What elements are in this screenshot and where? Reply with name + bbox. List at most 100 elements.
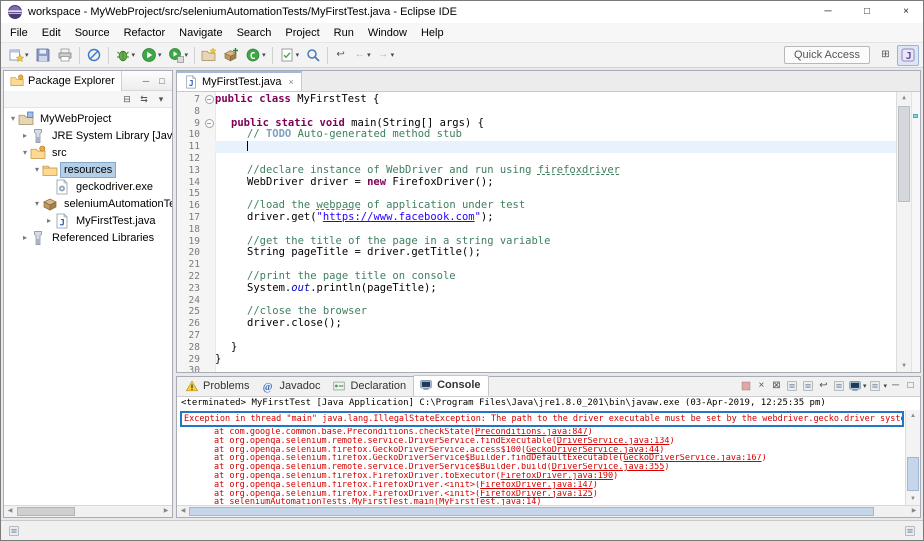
vscroll-thumb[interactable] [907,457,919,491]
stack-trace-link[interactable]: GeckoDriverService.java:44 [526,446,659,455]
minimize-button[interactable]: ─ [811,1,845,23]
remove-all-launches-button[interactable]: ⊠ [770,378,783,394]
maximize-view-button[interactable]: □ [904,378,917,394]
last-edit-location-button[interactable]: ↩ [331,45,350,66]
minimize-view-icon[interactable]: ─ [139,74,153,88]
package-explorer-hscrollbar[interactable]: ◀ ▶ [4,505,172,517]
dropdown-icon[interactable]: ▾ [158,51,162,59]
scroll-lock-button[interactable] [801,378,815,394]
console-tab-javadoc[interactable]: @ Javadoc [256,377,327,396]
dropdown-icon[interactable]: ▾ [262,51,266,59]
clear-console-button[interactable] [785,378,799,394]
menu-refactor[interactable]: Refactor [117,25,173,41]
fold-collapse-icon[interactable]: − [204,95,214,104]
new-java-class-button[interactable]: C ▾ [242,45,269,66]
run-external-tools-button[interactable]: ▾ [165,45,192,66]
scroll-right-icon[interactable]: ▶ [160,506,172,517]
remove-launch-button[interactable]: × [755,378,768,394]
hscroll-thumb[interactable] [17,507,75,516]
tree-item-src[interactable]: ▾ src [4,144,172,161]
back-button[interactable]: ← ▾ [350,45,374,66]
stack-trace-link[interactable]: DriverService.java:134 [557,437,670,446]
scroll-right-icon[interactable]: ▶ [908,506,920,517]
code-editor[interactable]: 7− public class MyFirstTest {8 9− public st… [177,92,896,372]
dropdown-icon[interactable]: ▾ [367,51,371,59]
stack-trace-link[interactable]: MyFirstTest.java:14 [439,498,536,505]
console-tab-declaration[interactable]: Declaration [327,377,413,396]
tree-expanded-icon[interactable]: ▾ [32,165,42,174]
scroll-left-icon[interactable]: ◀ [177,506,189,517]
menu-source[interactable]: Source [68,25,117,41]
tree-expanded-icon[interactable]: ▾ [32,199,42,208]
menu-file[interactable]: File [3,25,35,41]
stack-trace-link[interactable]: Preconditions.java:847 [475,428,588,437]
open-perspective-button[interactable]: ⊞ [876,45,895,66]
console-tab-problems[interactable]: Problems [180,377,256,396]
minimize-view-button[interactable]: ─ [889,378,902,394]
console-hscrollbar[interactable]: ◀ ▶ [177,505,920,517]
dropdown-icon[interactable]: ▾ [185,51,189,59]
stack-trace-link[interactable]: GeckoDriverService.java:167 [623,454,761,463]
collapse-all-icon[interactable]: ⊟ [120,92,134,106]
tree-collapsed-icon[interactable]: ▸ [20,233,30,242]
save-button[interactable] [32,45,54,66]
console-output[interactable]: Exception in thread "main" java.lang.Ill… [177,410,905,505]
tree-item-jre-system-library-javase-1-8[interactable]: ▸ JRE System Library [JavaSE-1.8] [4,127,172,144]
scroll-up-icon[interactable]: ▲ [897,92,911,104]
print-button[interactable] [54,45,76,66]
dropdown-icon[interactable]: ▾ [132,51,136,59]
new-wizard-button[interactable]: ▾ [5,45,32,66]
debug-button[interactable]: ▾ [112,45,139,66]
terminate-button[interactable] [739,378,753,394]
run-button[interactable]: ▾ [138,45,165,66]
quick-access-button[interactable]: Quick Access [783,46,870,64]
tree-collapsed-icon[interactable]: ▸ [44,216,54,225]
tree-item-seleniumautomationtests[interactable]: ▾ seleniumAutomationTests [4,195,172,212]
new-java-project-button[interactable] [198,45,220,66]
menu-run[interactable]: Run [327,25,361,41]
open-console-button[interactable]: ▾ [868,378,887,394]
stack-trace-link[interactable]: FirefoxDriver.java:147 [480,481,593,490]
maximize-view-icon[interactable]: □ [155,74,169,88]
scroll-up-icon[interactable]: ▲ [906,410,920,422]
vscroll-thumb[interactable] [898,106,910,202]
package-explorer-tab[interactable]: Package Explorer [4,70,122,91]
console-tab-console[interactable]: Console [413,375,489,396]
scroll-down-icon[interactable]: ▼ [897,360,911,372]
dropdown-icon[interactable]: ▾ [391,51,395,59]
pin-console-button[interactable] [832,378,846,394]
word-wrap-button[interactable]: ↩ [817,378,830,394]
menu-edit[interactable]: Edit [35,25,68,41]
overview-annotation-mark[interactable] [913,114,918,118]
link-with-editor-icon[interactable]: ⇆ [137,92,151,106]
menu-project[interactable]: Project [278,25,326,41]
display-selected-console-button[interactable]: ▾ [848,378,867,394]
tree-item-geckodriver-exe[interactable]: geckodriver.exe [4,178,172,195]
hscroll-thumb[interactable] [189,507,874,516]
editor-vscrollbar[interactable]: ▲ ▼ [896,92,911,372]
skip-all-breakpoints-button[interactable] [83,45,105,66]
forward-button[interactable]: → ▾ [374,45,398,66]
scroll-down-icon[interactable]: ▼ [906,493,920,505]
tree-item-myfirsttest-java[interactable]: ▸ J MyFirstTest.java [4,212,172,229]
dropdown-icon[interactable]: ▾ [863,382,867,390]
tree-item-referenced-libraries[interactable]: ▸ Referenced Libraries [4,229,172,246]
dropdown-icon[interactable]: ▾ [25,51,29,59]
maximize-button[interactable]: □ [850,1,884,23]
tree-collapsed-icon[interactable]: ▸ [20,131,30,140]
stack-trace-link[interactable]: FirefoxDriver.java:190 [501,472,614,481]
tree-item-mywebproject[interactable]: ▾ MyWebProject [4,110,172,127]
view-menu-icon[interactable]: ▾ [154,92,168,106]
editor-tab-close-icon[interactable]: × [288,77,293,87]
tree-expanded-icon[interactable]: ▾ [8,114,18,123]
tree-expanded-icon[interactable]: ▾ [20,148,30,157]
menu-search[interactable]: Search [230,25,279,41]
stack-trace-link[interactable]: FirefoxDriver.java:125 [480,490,593,499]
dropdown-icon[interactable]: ▾ [296,51,300,59]
close-button[interactable]: × [889,1,923,23]
open-task-button[interactable]: ▾ [276,45,303,66]
editor-tab-myfirsttest[interactable]: J MyFirstTest.java × [177,71,302,91]
perspective-java-button[interactable]: J [897,44,919,66]
console-vscrollbar[interactable]: ▲ ▼ [905,410,920,505]
menu-navigate[interactable]: Navigate [172,25,229,41]
